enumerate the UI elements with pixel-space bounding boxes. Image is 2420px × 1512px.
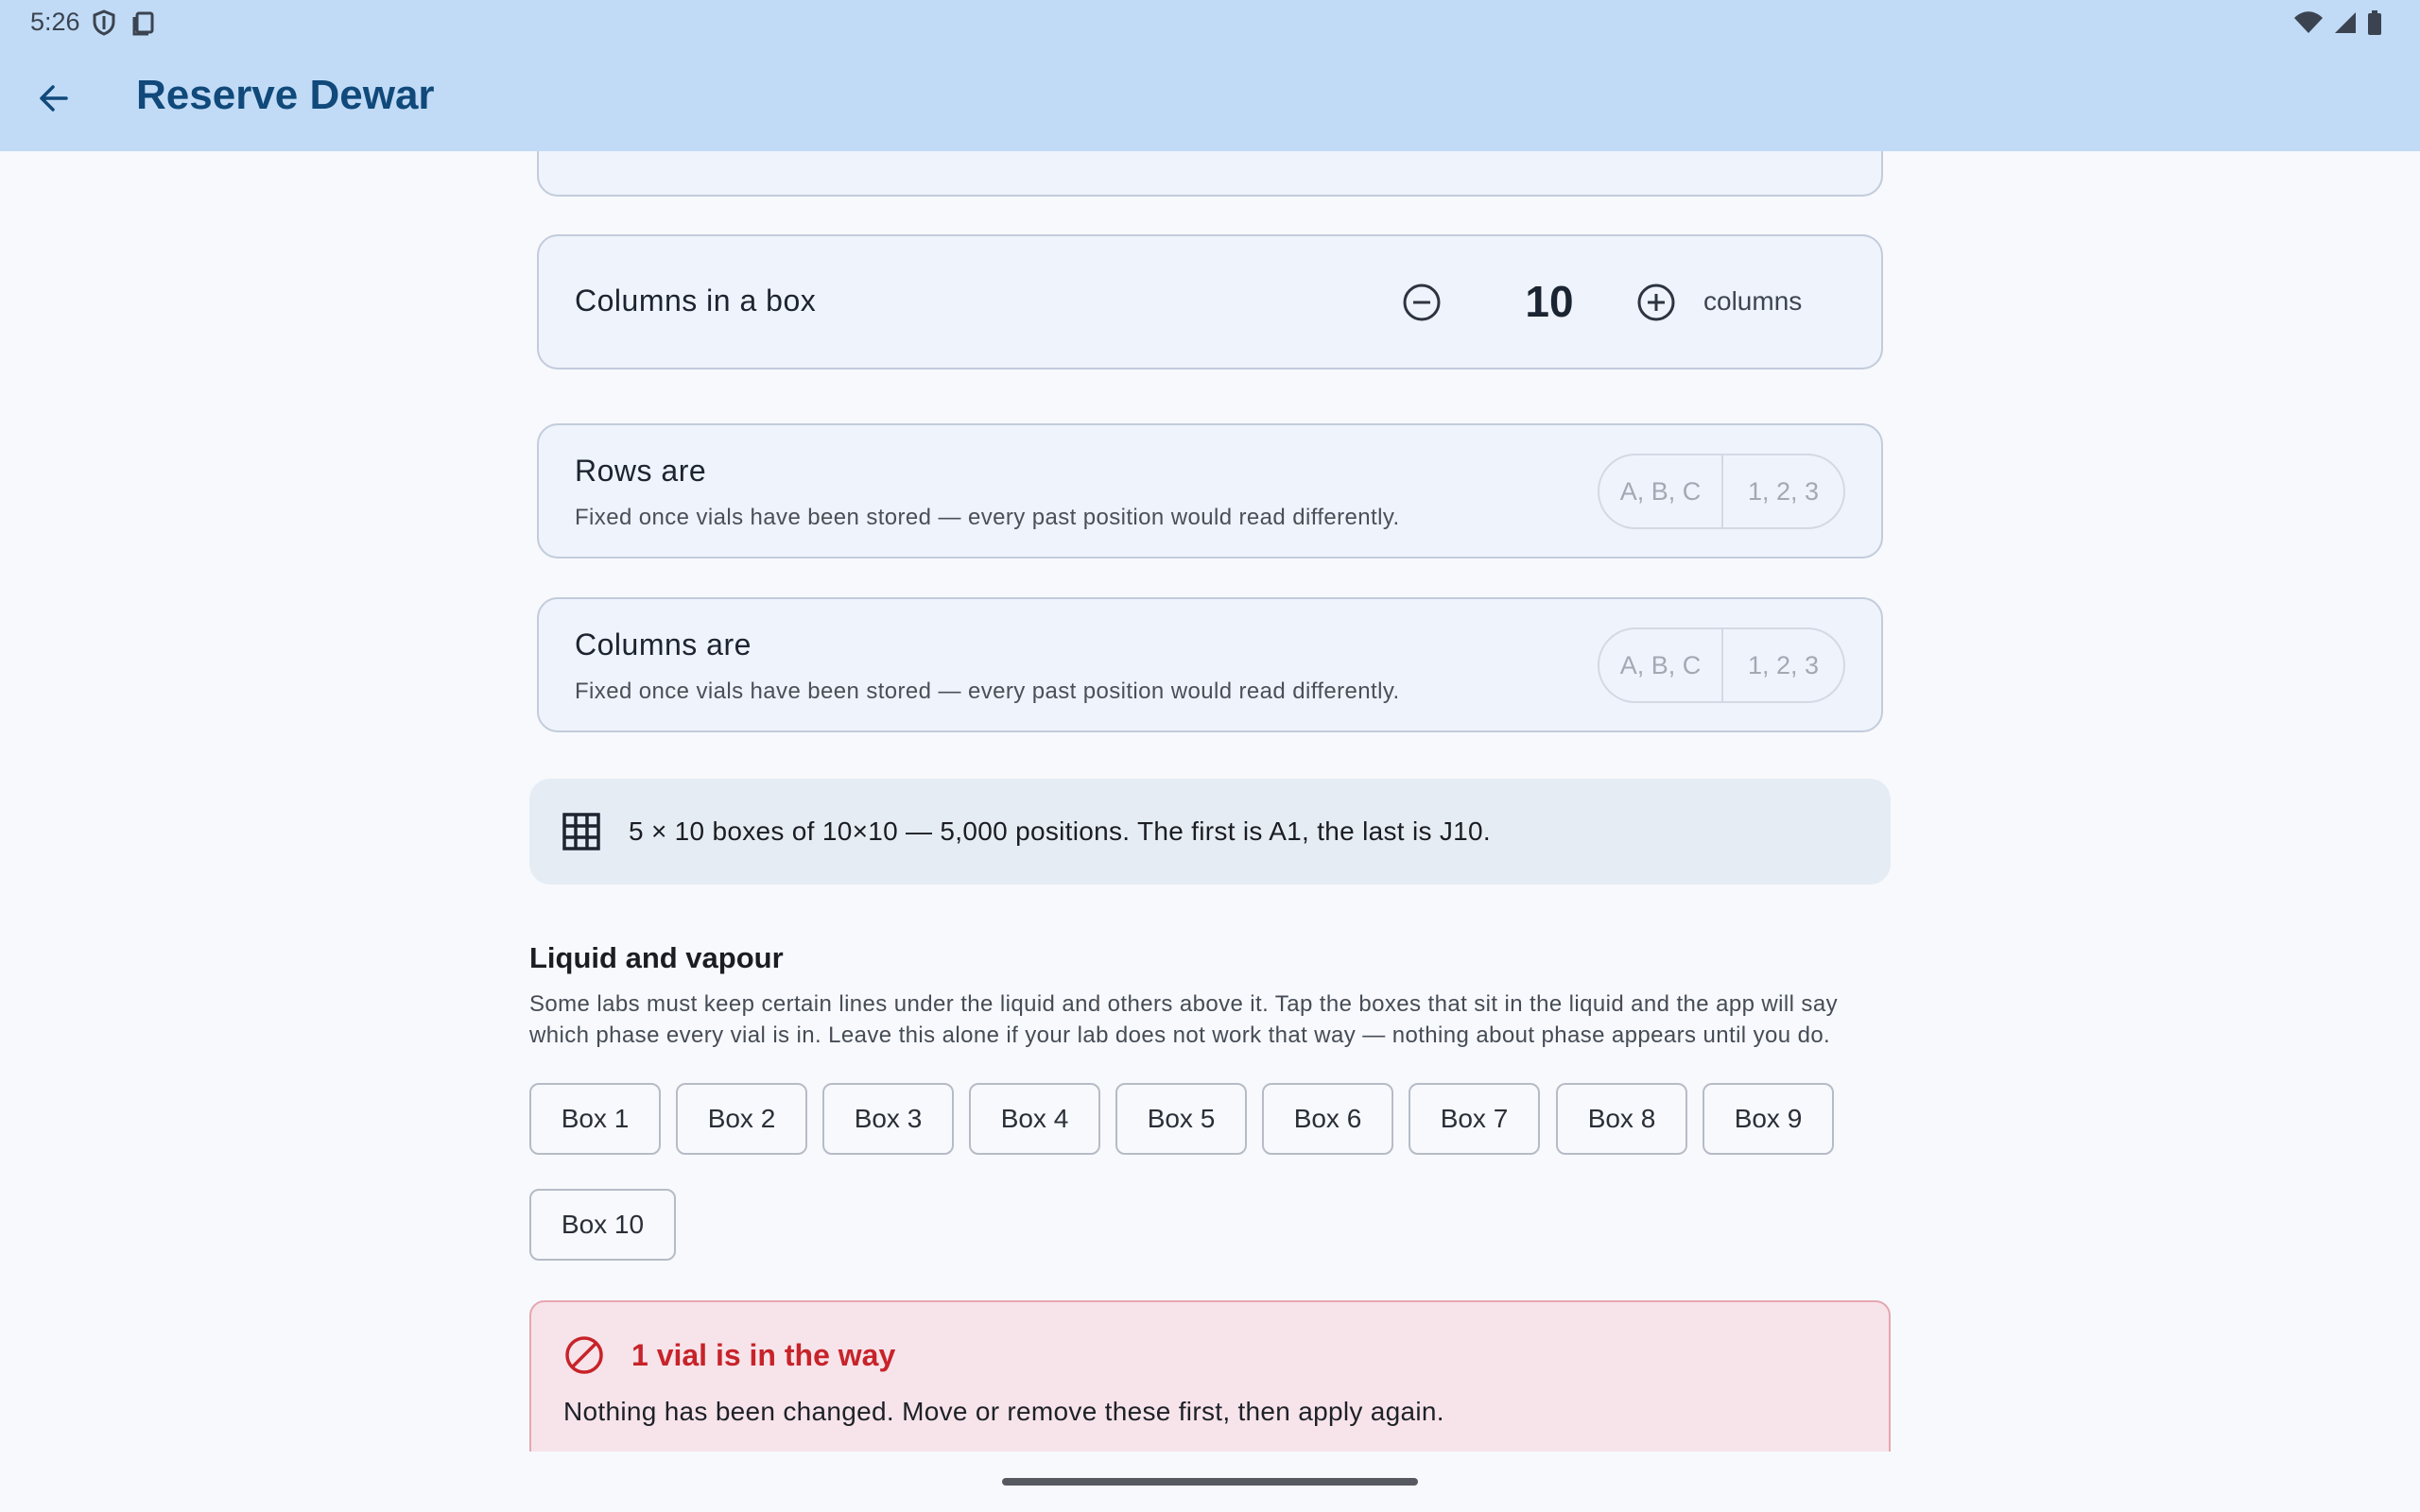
status-time: 5:26	[30, 8, 80, 36]
previous-card	[537, 151, 1883, 197]
top-app-bar: 5:26 Reserve Dewar	[0, 0, 2420, 151]
columns-are-card: Columns are Fixed once vials have been s…	[537, 597, 1883, 732]
columns-in-box-card: Columns in a box 10 columns	[537, 234, 1883, 369]
rows-format-segmented: A, B, C 1, 2, 3	[1598, 454, 1845, 529]
columns-are-label: Columns are	[575, 627, 752, 662]
error-title: 1 vial is in the way	[631, 1338, 896, 1372]
box-chip-7[interactable]: Box 7	[1409, 1083, 1540, 1155]
columns-option-letters: A, B, C	[1619, 650, 1702, 679]
content-scroll[interactable]: Columns in a box 10 columns Rows are Fix…	[0, 151, 2420, 1512]
columns-unit: columns	[1703, 286, 1803, 316]
columns-are-help: Fixed once vials have been stored — ever…	[575, 679, 1400, 704]
columns-option-numbers: 1, 2, 3	[1721, 629, 1843, 701]
shield-icon	[92, 9, 116, 41]
back-button[interactable]	[28, 74, 78, 123]
liquid-section-description: Some labs must keep certain lines under …	[529, 988, 1891, 1051]
status-right-icons	[2293, 9, 2382, 41]
summary-text: 5 × 10 boxes of 10×10 — 5,000 positions.…	[629, 816, 1491, 846]
box-chip-8[interactable]: Box 8	[1556, 1083, 1687, 1155]
liquid-description-line-1: Some labs must keep certain lines under …	[529, 991, 1838, 1017]
columns-format-segmented: A, B, C 1, 2, 3	[1598, 627, 1845, 703]
plus-circle-icon	[1637, 284, 1675, 321]
signal-icon	[2333, 10, 2358, 40]
minus-circle-icon	[1403, 284, 1441, 321]
columns-in-box-label: Columns in a box	[575, 284, 817, 318]
box-chip-2[interactable]: Box 2	[676, 1083, 807, 1155]
block-icon	[565, 1336, 603, 1374]
box-chip-5[interactable]: Box 5	[1115, 1083, 1247, 1155]
liquid-section-title: Liquid and vapour	[529, 941, 784, 974]
layout-summary: 5 × 10 boxes of 10×10 — 5,000 positions.…	[529, 779, 1891, 885]
box-chip-3[interactable]: Box 3	[822, 1083, 954, 1155]
increment-columns-button[interactable]	[1635, 282, 1677, 323]
status-left-icons	[92, 9, 156, 41]
wifi-icon	[2293, 10, 2324, 40]
grid-icon	[562, 813, 600, 850]
box-chip-9[interactable]: Box 9	[1703, 1083, 1834, 1155]
box-chip-1[interactable]: Box 1	[529, 1083, 661, 1155]
columns-value: 10	[1525, 277, 1574, 326]
gesture-handle[interactable]	[1002, 1478, 1418, 1486]
rows-are-card: Rows are Fixed once vials have been stor…	[537, 423, 1883, 558]
rows-option-letters: A, B, C	[1619, 476, 1702, 506]
box-chip-6[interactable]: Box 6	[1262, 1083, 1393, 1155]
rows-are-label: Rows are	[575, 454, 707, 488]
rows-option-numbers: 1, 2, 3	[1721, 455, 1843, 527]
box-chip-4[interactable]: Box 4	[969, 1083, 1100, 1155]
clipboard-icon	[131, 9, 156, 41]
battery-icon	[2367, 9, 2382, 41]
error-text: Nothing has been changed. Move or remove…	[563, 1397, 1444, 1426]
decrement-columns-button[interactable]	[1401, 282, 1443, 323]
page-title: Reserve Dewar	[136, 72, 435, 118]
rows-are-help: Fixed once vials have been stored — ever…	[575, 505, 1400, 530]
liquid-description-line-2: which phase every vial is in. Leave this…	[529, 1022, 1831, 1048]
arrow-back-icon	[40, 85, 68, 112]
box-chip-10[interactable]: Box 10	[529, 1189, 676, 1261]
